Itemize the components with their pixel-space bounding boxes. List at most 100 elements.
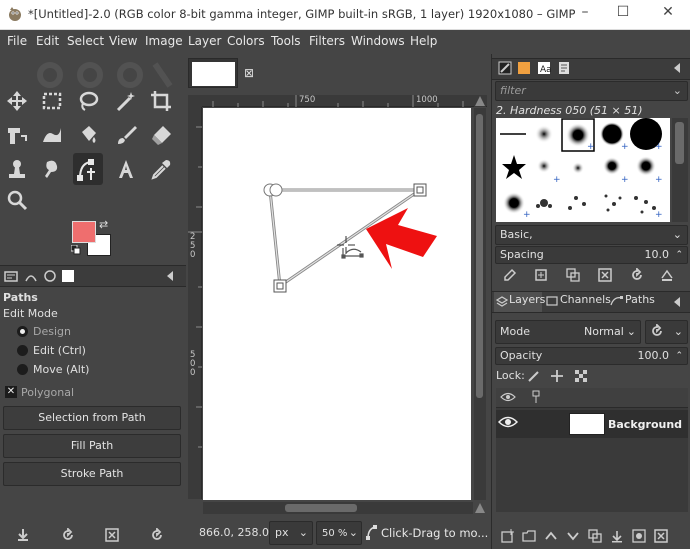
warp-button[interactable] — [37, 121, 67, 149]
lock-pixels-icon[interactable] — [525, 367, 543, 385]
layers-panel-menu-icon[interactable] — [670, 293, 688, 311]
spinner-arrows-icon[interactable]: ⌃ — [675, 348, 683, 364]
brushes-panel-menu-icon[interactable] — [670, 59, 688, 77]
reset-options-icon[interactable] — [148, 526, 166, 544]
menu-filters[interactable]: Filters — [309, 34, 345, 48]
menu-select[interactable]: Select — [67, 34, 104, 48]
selection-from-path-button[interactable]: Selection from Path — [3, 406, 181, 430]
images-tab-icon[interactable] — [59, 267, 77, 285]
menu-edit[interactable]: Edit — [36, 34, 59, 48]
duplicate-layer-icon[interactable] — [586, 527, 604, 545]
crop-button[interactable] — [146, 87, 176, 115]
menu-colors[interactable]: Colors — [227, 34, 265, 48]
menu-tools[interactable]: Tools — [271, 34, 301, 48]
menu-image[interactable]: Image — [145, 34, 183, 48]
layer-mode-selector[interactable]: Mode Normal ⌄ — [495, 320, 641, 344]
raise-layer-icon[interactable] — [542, 527, 560, 545]
foreground-color-swatch[interactable] — [72, 221, 96, 243]
chain-header-icon[interactable] — [530, 390, 544, 406]
delete-layer-icon[interactable] — [652, 527, 670, 545]
unit-selector[interactable]: px ⌄ — [269, 521, 313, 545]
menu-view[interactable]: View — [109, 34, 137, 48]
vertical-scrollbar-thumb[interactable] — [476, 114, 483, 398]
save-options-icon[interactable] — [14, 526, 32, 544]
lasso-button[interactable] — [73, 87, 103, 115]
layer-visibility-eye-icon[interactable] — [497, 415, 520, 431]
opacity-slider[interactable]: Opacity 100.0 ⌃ — [495, 347, 688, 365]
smudge-button[interactable] — [37, 155, 67, 183]
zoom-tool-button[interactable] — [2, 186, 32, 214]
text-tool-button[interactable] — [111, 155, 141, 183]
brushes-tab-icon[interactable] — [496, 59, 514, 77]
eraser-button[interactable] — [146, 121, 176, 149]
polygonal-checkbox[interactable]: ✕ — [5, 386, 17, 398]
fonts-tab-icon[interactable]: Aa — [535, 59, 553, 77]
path-anchor-2[interactable] — [413, 183, 427, 197]
duplicate-brush-icon[interactable] — [564, 266, 582, 284]
path-anchor-start-handle[interactable] — [269, 183, 283, 197]
new-brush-icon[interactable] — [532, 266, 550, 284]
edit-brush-icon[interactable] — [501, 266, 519, 284]
fill-path-button[interactable]: Fill Path — [3, 434, 181, 458]
layer-name[interactable]: Background — [608, 418, 682, 431]
vertical-ruler[interactable]: 2 5 0 5 0 0 — [188, 107, 202, 499]
undo-history-tab-icon[interactable] — [41, 267, 59, 285]
merge-layer-icon[interactable] — [608, 527, 626, 545]
spinner-arrows-icon[interactable]: ⌃ — [675, 247, 683, 263]
minimize-button[interactable]: – — [574, 4, 596, 24]
image-tab[interactable] — [188, 58, 238, 88]
device-status-tab-icon[interactable] — [22, 267, 40, 285]
transform-button[interactable] — [2, 121, 32, 149]
design-radio[interactable] — [17, 326, 28, 337]
paintbrush-button[interactable] — [111, 121, 141, 149]
brush-grid[interactable]: + + + + + + + + — [496, 118, 670, 222]
reset-colors-icon[interactable] — [70, 244, 81, 255]
restore-options-icon[interactable] — [59, 526, 77, 544]
horizontal-scrollbar-thumb[interactable] — [285, 504, 357, 512]
document-history-tab-icon[interactable] — [555, 59, 573, 77]
menu-help[interactable]: Help — [410, 34, 437, 48]
bucket-fill-button[interactable] — [73, 121, 103, 149]
brush-tag-selector[interactable]: Basic, ⌄ — [495, 225, 688, 245]
tool-options-tab-icon[interactable] — [2, 267, 20, 285]
image-canvas[interactable] — [203, 108, 471, 500]
brush-grid-scrollbar[interactable] — [672, 118, 688, 222]
brush-grid-scrollbar-thumb[interactable] — [675, 122, 684, 164]
ruler-corner[interactable] — [188, 95, 202, 107]
lock-alpha-icon[interactable] — [572, 367, 590, 385]
spacing-slider[interactable]: Spacing 10.0 ⌃ — [495, 246, 688, 264]
color-picker-button[interactable] — [146, 155, 176, 183]
tab-layers[interactable]: Layers — [509, 293, 545, 313]
panel-menu-icon[interactable] — [163, 267, 181, 285]
path-anchor-3[interactable] — [273, 279, 287, 293]
maximize-button[interactable]: ☐ — [612, 4, 634, 24]
menu-file[interactable]: File — [7, 34, 27, 48]
layer-mask-icon[interactable] — [630, 527, 648, 545]
close-button[interactable]: ✕ — [657, 4, 679, 24]
move-radio[interactable] — [17, 364, 28, 375]
refresh-brushes-icon[interactable] — [628, 266, 646, 284]
rect-select-button[interactable] — [37, 87, 67, 115]
visibility-header-eye-icon[interactable] — [500, 391, 518, 405]
edit-radio[interactable] — [17, 345, 28, 356]
horizontal-ruler[interactable]: 750 1000 — [202, 95, 487, 107]
stroke-path-button[interactable]: Stroke Path — [3, 462, 181, 486]
swap-colors-icon[interactable]: ⇄ — [99, 218, 108, 231]
move-tool-button[interactable] — [2, 87, 32, 115]
quick-mask-toggle[interactable] — [474, 502, 486, 514]
paths-tool-button[interactable] — [73, 153, 103, 185]
edit-label[interactable]: Edit (Ctrl) — [33, 344, 86, 357]
layer-mode-switch[interactable]: ⌄ — [645, 320, 688, 344]
tab-paths[interactable]: Paths — [625, 293, 655, 313]
navigate-icon[interactable] — [474, 95, 486, 107]
polygonal-label[interactable]: Polygonal — [21, 386, 74, 399]
clone-button[interactable] — [2, 155, 32, 183]
brush-filter-input[interactable]: filter ⌄ — [495, 81, 688, 101]
vertical-scrollbar[interactable] — [474, 108, 486, 500]
tab-channels[interactable]: Channels — [560, 293, 611, 313]
horizontal-scrollbar[interactable] — [203, 502, 473, 514]
delete-options-icon[interactable] — [103, 526, 121, 544]
patterns-tab-icon[interactable] — [515, 59, 533, 77]
close-image-tab-icon[interactable]: ⊠ — [244, 66, 254, 80]
brush-as-image-icon[interactable] — [658, 266, 676, 284]
